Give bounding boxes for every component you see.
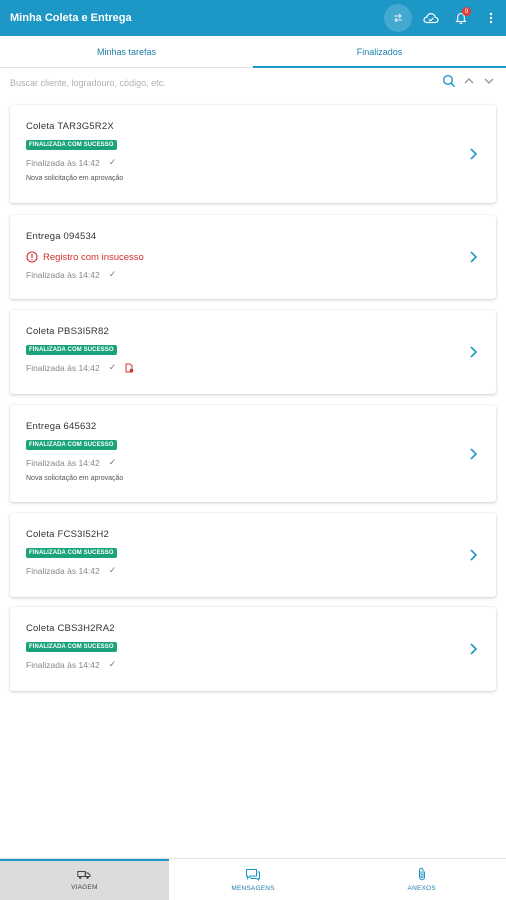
- nav-mensagens[interactable]: MENSAGENS: [169, 859, 338, 900]
- chevron-right-icon: [470, 251, 478, 263]
- next-result-button[interactable]: [482, 74, 496, 93]
- notification-badge: 9: [462, 7, 471, 16]
- app-title: Minha Coleta e Entrega: [10, 12, 132, 24]
- finished-time: Finalizada às 14:42: [26, 269, 100, 280]
- nav-anexos-label: ANEXOS: [407, 885, 436, 892]
- failure-status: Registro com insucesso: [43, 251, 144, 263]
- task-title: Coleta FCS3I52H2: [26, 529, 109, 540]
- task-card[interactable]: Coleta CBS3H2RA2 FINALIZADA COM SUCESSO …: [10, 607, 496, 691]
- sync-button[interactable]: [384, 4, 412, 32]
- chevron-right-icon: [470, 447, 478, 460]
- more-options-button[interactable]: [476, 0, 506, 36]
- more-vertical-icon: [489, 12, 493, 24]
- app-bar-actions: 9: [384, 0, 506, 36]
- finished-time: Finalizada às 14:42: [26, 565, 100, 576]
- task-card[interactable]: Coleta PBS3I5R82 FINALIZADA COM SUCESSO …: [10, 310, 496, 394]
- sync-icon: [394, 13, 402, 23]
- search-icon: [442, 74, 456, 87]
- status-badge: FINALIZADA COM SUCESSO: [26, 440, 117, 450]
- task-title: Entrega 645632: [26, 421, 97, 432]
- cloud-icon: [423, 12, 439, 24]
- task-title: Coleta TAR3G5R2X: [26, 121, 114, 132]
- previous-result-button[interactable]: [462, 74, 476, 93]
- status-badge: FINALIZADA COM SUCESSO: [26, 345, 117, 355]
- finished-time: Finalizada às 14:42: [26, 362, 100, 373]
- task-title: Coleta CBS3H2RA2: [26, 623, 115, 634]
- nav-viagem[interactable]: VIAGEM: [0, 859, 169, 900]
- tab-finalizados[interactable]: Finalizados: [253, 36, 506, 68]
- nav-viagem-label: VIAGEM: [71, 884, 98, 891]
- tab-minhas-tarefas[interactable]: Minhas tarefas: [0, 36, 253, 67]
- check-icon: ✓: [108, 157, 117, 167]
- chat-icon: [246, 868, 260, 881]
- document-alert-icon: [125, 363, 134, 373]
- nav-anexos[interactable]: ANEXOS: [337, 859, 506, 900]
- check-icon: ✓: [108, 269, 117, 279]
- approval-note: Nova solicitação em aprovação: [26, 475, 124, 482]
- paperclip-icon: [418, 867, 425, 881]
- error-icon: [26, 251, 38, 263]
- search-input[interactable]: [10, 78, 442, 88]
- chevron-right-icon: [470, 148, 478, 160]
- check-icon: ✓: [108, 659, 117, 669]
- task-card[interactable]: Entrega 645632 FINALIZADA COM SUCESSO Fi…: [10, 405, 496, 502]
- check-icon: ✓: [108, 362, 117, 372]
- task-card[interactable]: Coleta FCS3I52H2 FINALIZADA COM SUCESSO …: [10, 513, 496, 597]
- approval-note: Nova solicitação em aprovação: [26, 175, 124, 182]
- finished-time: Finalizada às 14:42: [26, 157, 100, 168]
- app-bar: Minha Coleta e Entrega 9: [0, 0, 506, 36]
- notifications-button[interactable]: 9: [446, 0, 476, 36]
- status-badge: FINALIZADA COM SUCESSO: [26, 140, 117, 150]
- nav-mensagens-label: MENSAGENS: [231, 884, 275, 892]
- check-icon: ✓: [108, 565, 117, 575]
- task-card[interactable]: Entrega 094534 Registro com insucesso Fi…: [10, 215, 496, 299]
- search-button[interactable]: [442, 74, 456, 93]
- status-badge: FINALIZADA COM SUCESSO: [26, 642, 117, 652]
- finished-time: Finalizada às 14:42: [26, 659, 100, 670]
- chevron-right-icon: [470, 549, 478, 561]
- cloud-button[interactable]: [416, 0, 446, 36]
- chevron-up-icon: [464, 77, 474, 83]
- truck-icon: [77, 871, 91, 879]
- task-title: Coleta PBS3I5R82: [26, 326, 109, 337]
- search-bar: [0, 68, 506, 98]
- chevron-right-icon: [470, 346, 478, 358]
- chevron-right-icon: [470, 643, 478, 655]
- status-badge: FINALIZADA COM SUCESSO: [26, 548, 117, 558]
- task-title: Entrega 094534: [26, 231, 97, 242]
- check-icon: ✓: [108, 457, 117, 467]
- task-card[interactable]: Coleta TAR3G5R2X FINALIZADA COM SUCESSO …: [10, 105, 496, 203]
- chevron-down-icon: [484, 78, 494, 84]
- bottom-navigation: VIAGEM MENSAGENS ANEXOS: [0, 858, 506, 900]
- tab-bar: Minhas tarefas Finalizados: [0, 36, 506, 68]
- finished-time: Finalizada às 14:42: [26, 457, 100, 468]
